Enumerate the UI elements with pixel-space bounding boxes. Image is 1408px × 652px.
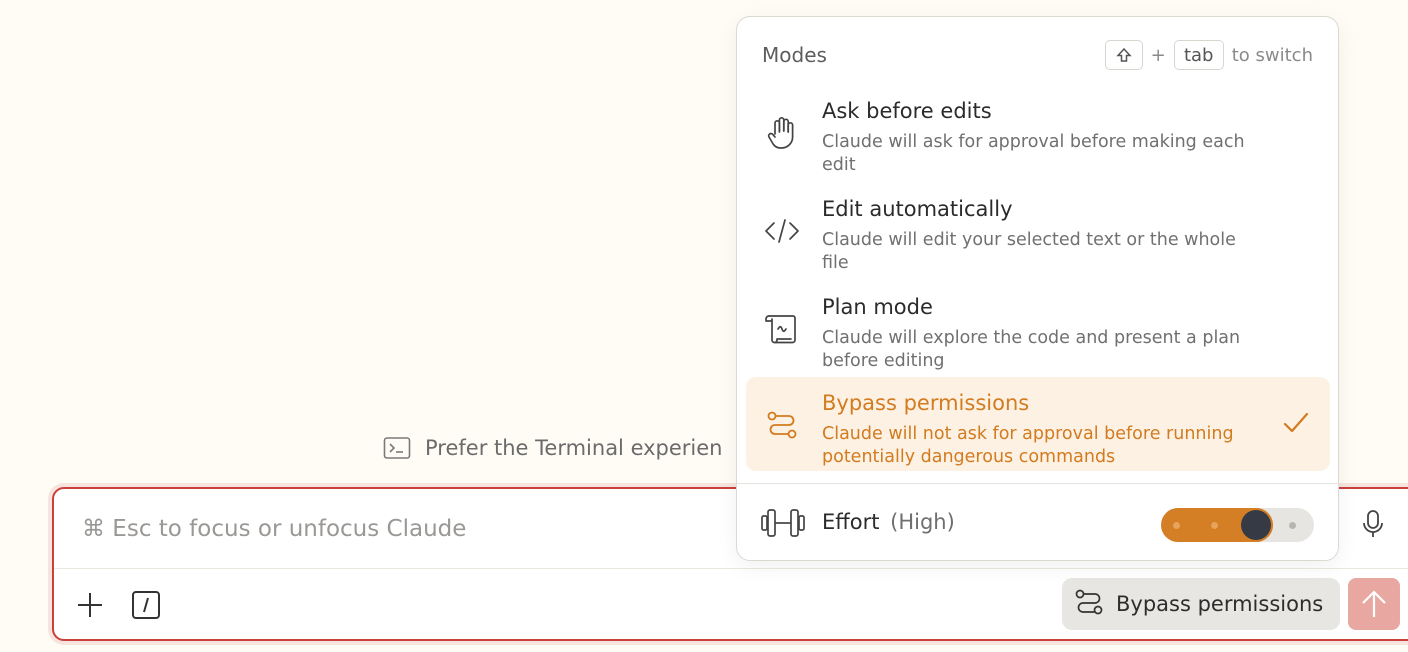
microphone-button[interactable] [1357,508,1389,540]
scroll-icon [764,311,800,347]
mode-label: Bypass permissions [822,391,1030,415]
plus-icon [78,593,102,617]
modes-title: Modes [762,43,827,67]
mode-description: Claude will explore the code and present… [822,328,1241,371]
shift-key [1104,40,1143,70]
tab-key: tab [1173,40,1224,70]
code-icon [764,213,800,249]
switch-shortcut-hint: + tab to switch [1104,40,1313,70]
mode-description: Claude will not ask for approval before … [822,424,1234,467]
app-stage: Prefer the Terminal experien ⌘ Esc to fo… [0,0,1408,652]
prompt-placeholder: ⌘ Esc to focus or unfocus Claude [82,515,467,542]
mode-option-plan-mode[interactable]: Plan mode Claude will explore the code a… [746,281,1330,373]
mode-description: Claude will ask for approval before maki… [822,132,1245,175]
hand-icon [764,115,800,151]
microphone-icon [1363,510,1383,537]
effort-level: (High) [890,510,955,534]
slash-command-icon [132,591,160,619]
effort-slider[interactable] [1161,508,1314,542]
modes-popover-header: Modes + tab to switch [762,39,1313,71]
slash-command-button[interactable] [131,590,161,620]
route-icon [764,407,800,443]
dumbbell-icon [761,509,805,537]
arrow-up-icon [1362,590,1386,617]
mode-selector-label: Bypass permissions [1116,592,1324,616]
shift-icon [1115,47,1132,62]
terminal-hint[interactable]: Prefer the Terminal experien [383,433,723,463]
effort-title: Effort [822,510,880,534]
mode-option-ask-before-edits[interactable]: Ask before edits Claude will ask for app… [746,85,1330,177]
terminal-hint-text: Prefer the Terminal experien [425,436,723,460]
effort-label: Effort (High) [822,510,955,534]
checkmark-icon [1283,412,1309,433]
terminal-icon [383,436,411,460]
add-attachment-button[interactable] [76,591,104,619]
send-button[interactable] [1348,578,1400,630]
effort-slider-knob[interactable] [1241,510,1271,540]
modes-popover: Modes + tab to switch Ask before edits C… [736,16,1339,561]
mode-selector-button[interactable]: Bypass permissions [1062,578,1340,630]
mode-description: Claude will edit your selected text or t… [822,230,1236,273]
mode-label: Ask before edits [822,99,992,123]
mode-label: Edit automatically [822,197,1013,221]
route-icon [1074,588,1104,621]
mode-label: Plan mode [822,295,933,319]
effort-step-dot[interactable] [1288,522,1296,529]
effort-row: Effort (High) [737,484,1338,562]
switch-hint-text: to switch [1231,44,1313,66]
composer-toolbar: Bypass permissions [54,569,1408,641]
effort-step-dot[interactable] [1172,522,1180,529]
mode-option-edit-automatically[interactable]: Edit automatically Claude will edit your… [746,183,1330,275]
plus-text: + [1150,44,1166,66]
mode-option-bypass-permissions[interactable]: Bypass permissions Claude will not ask f… [746,377,1330,471]
effort-step-dot[interactable] [1210,522,1218,529]
